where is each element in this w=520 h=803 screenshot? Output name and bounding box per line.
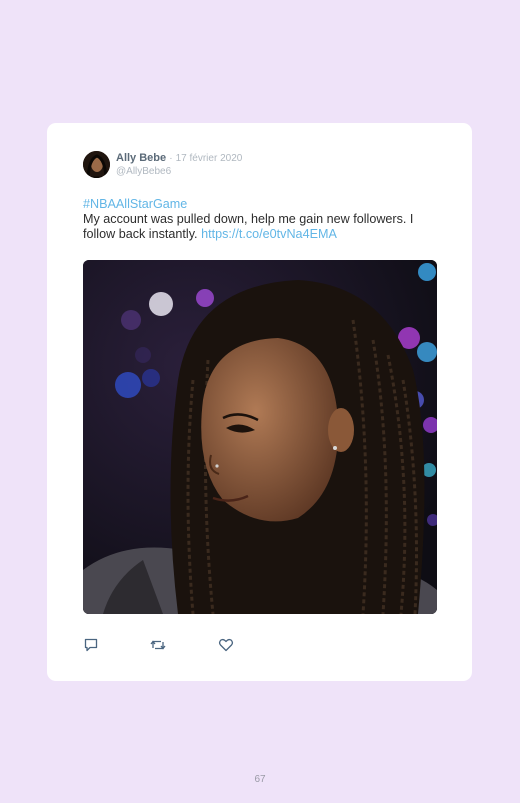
- tweet-actions: [83, 637, 243, 653]
- retweet-icon[interactable]: [150, 637, 166, 653]
- author-avatar[interactable]: [83, 151, 110, 178]
- like-icon[interactable]: [218, 637, 234, 653]
- author-name[interactable]: Ally Bebe: [116, 152, 166, 164]
- tweet-card: Ally Bebe · 17 février 2020 @AllyBebe6 #…: [47, 123, 472, 681]
- tweet-text: #NBAAllStarGame My account was pulled do…: [83, 197, 443, 242]
- reply-icon[interactable]: [83, 637, 99, 653]
- hashtag-link[interactable]: #NBAAllStarGame: [83, 197, 443, 212]
- page-number: 67: [254, 774, 266, 785]
- author-handle[interactable]: @AllyBebe6: [116, 166, 171, 177]
- author-line: Ally Bebe · 17 février 2020: [116, 152, 242, 164]
- separator: ·: [169, 153, 173, 164]
- tweet-date[interactable]: 17 février 2020: [176, 153, 243, 164]
- tweet-link[interactable]: https://t.co/e0tvNa4EMA: [201, 227, 337, 241]
- tweet-photo[interactable]: [83, 260, 437, 614]
